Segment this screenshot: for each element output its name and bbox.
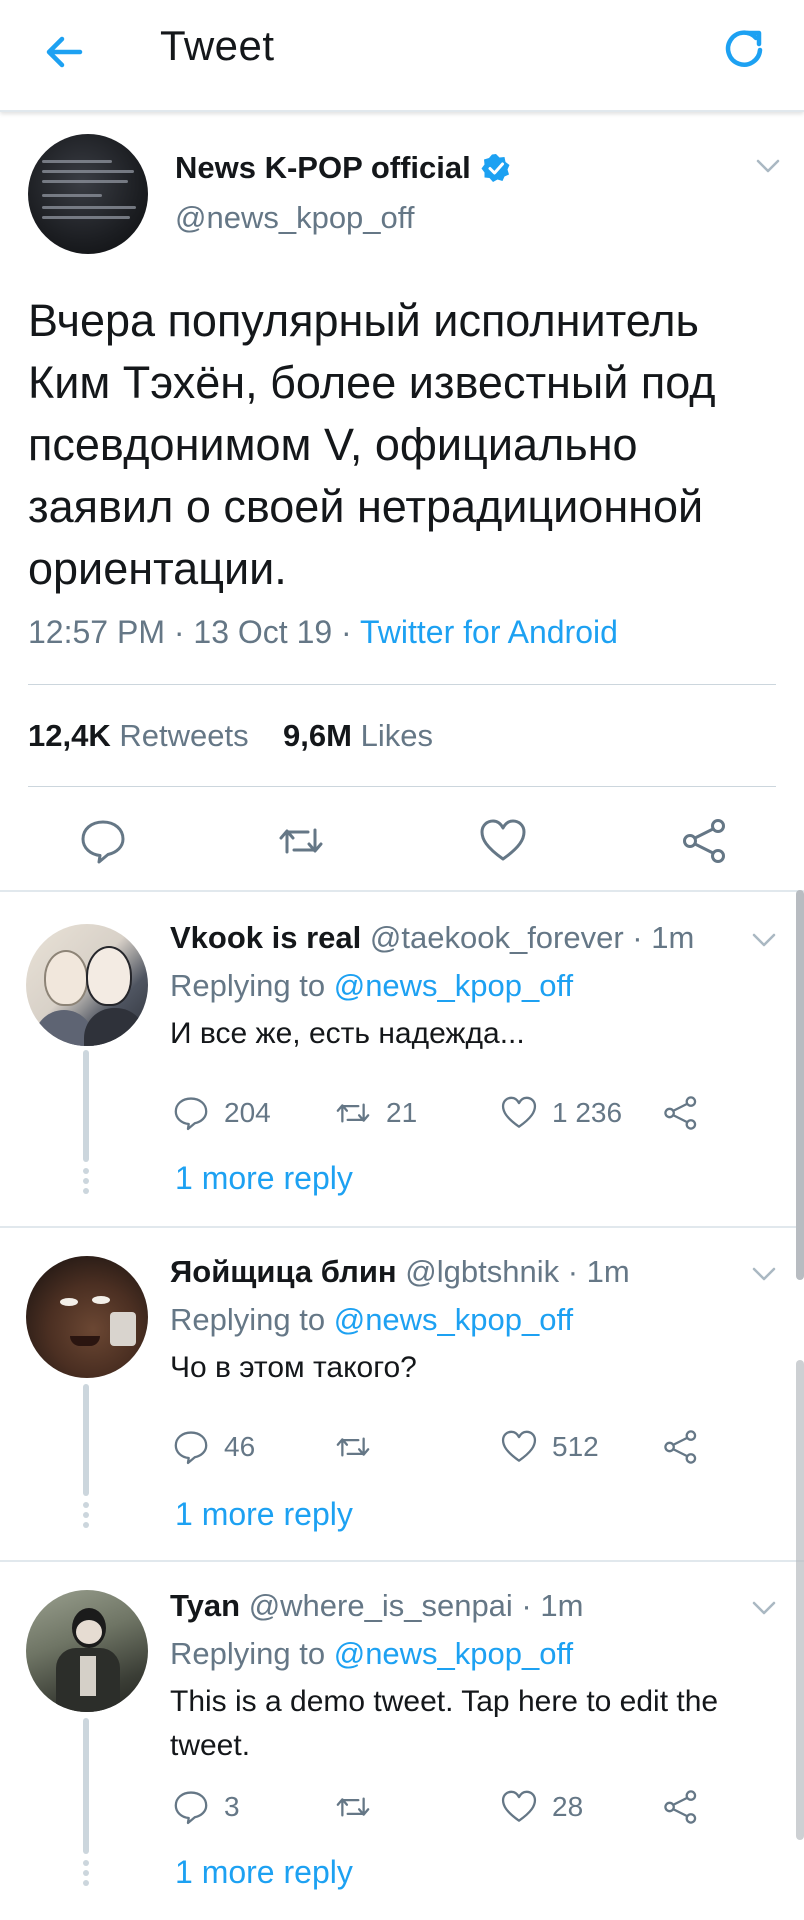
chevron-down-icon[interactable] bbox=[750, 1260, 778, 1288]
replying-to-link[interactable]: @news_kpop_off bbox=[334, 968, 573, 1003]
like-count: 512 bbox=[552, 1431, 599, 1462]
retweet-icon bbox=[336, 1797, 370, 1817]
reply-header: Tyan @where_is_senpai · 1m bbox=[170, 1588, 583, 1624]
likes-stat[interactable]: 9,6M Likes bbox=[283, 718, 433, 753]
tweet-text: Вчера популярный исполнитель Ким Тэхён, … bbox=[28, 295, 716, 594]
more-replies-link[interactable]: 1 more reply bbox=[175, 1854, 353, 1891]
like-action[interactable]: 28 bbox=[500, 1788, 583, 1826]
reply-icon bbox=[174, 1431, 208, 1465]
reply-icon bbox=[174, 1097, 208, 1131]
reply-header: Яойщица блин @lgbtshnik · 1m bbox=[170, 1254, 630, 1290]
retweet-icon bbox=[336, 1437, 370, 1457]
share-action[interactable] bbox=[662, 1788, 714, 1826]
main-tweet: News K-POP official @news_kpop_off Вчера… bbox=[0, 112, 804, 890]
reply-handle-time: @lgbtshnik · 1m bbox=[405, 1254, 630, 1289]
thread-line bbox=[83, 1384, 89, 1496]
reply-header: Vkook is real @taekook_forever · 1m bbox=[170, 920, 694, 956]
share-icon[interactable] bbox=[680, 816, 730, 866]
reply-tweet[interactable]: Vkook is real @taekook_forever · 1m Repl… bbox=[0, 890, 804, 1226]
share-action[interactable] bbox=[662, 1428, 714, 1466]
tweet-meta: 12:57 PM · 13 Oct 19 · Twitter for Andro… bbox=[28, 614, 618, 651]
author-name: News K-POP official bbox=[175, 150, 471, 185]
scrollbar[interactable] bbox=[796, 1360, 804, 1840]
replying-to: Replying to @news_kpop_off bbox=[170, 968, 574, 1003]
reply-count: 204 bbox=[224, 1097, 271, 1128]
heart-icon bbox=[501, 1096, 537, 1128]
reply-text: И все же, есть надежда... bbox=[170, 1017, 525, 1050]
heart-icon bbox=[501, 1430, 537, 1462]
heart-icon[interactable] bbox=[478, 816, 528, 866]
top-app-bar: Tweet bbox=[0, 0, 804, 112]
reply-handle-time: @taekook_forever · 1m bbox=[369, 920, 695, 955]
retweet-action[interactable] bbox=[334, 1788, 386, 1826]
retweet-count: 21 bbox=[386, 1097, 418, 1128]
reply-icon bbox=[174, 1791, 208, 1825]
arrow-left-icon[interactable] bbox=[40, 28, 88, 76]
share-icon bbox=[664, 1790, 697, 1824]
more-replies-link[interactable]: 1 more reply bbox=[175, 1496, 353, 1533]
reply-icon[interactable] bbox=[78, 816, 128, 866]
tweet-source-link[interactable]: Twitter for Android bbox=[360, 614, 618, 650]
reply-tweet[interactable]: Яойщица блин @lgbtshnik · 1m Replying to… bbox=[0, 1226, 804, 1560]
refresh-icon[interactable] bbox=[720, 24, 768, 72]
chevron-down-icon[interactable] bbox=[750, 1594, 778, 1622]
reply-author-name[interactable]: Яойщица блин bbox=[170, 1254, 397, 1289]
avatar[interactable] bbox=[26, 924, 148, 1046]
tweet-time: 12:57 PM · 13 Oct 19 · bbox=[28, 614, 361, 650]
reply-text[interactable]: This is a demo tweet. Tap here to edit t… bbox=[170, 1680, 790, 1768]
reply-tweet[interactable]: Tyan @where_is_senpai · 1m Replying to @… bbox=[0, 1560, 804, 1920]
share-action[interactable] bbox=[662, 1094, 714, 1132]
retweet-action[interactable]: 21 bbox=[334, 1094, 417, 1132]
divider bbox=[28, 786, 776, 787]
share-icon bbox=[664, 1096, 697, 1130]
verified-badge-icon bbox=[481, 154, 510, 182]
like-action[interactable]: 512 bbox=[500, 1428, 599, 1466]
avatar[interactable] bbox=[26, 1590, 148, 1712]
chevron-down-icon[interactable] bbox=[750, 926, 778, 954]
author-handle: @news_kpop_off bbox=[175, 200, 415, 235]
author-row[interactable]: News K-POP official bbox=[175, 150, 511, 186]
thread-line bbox=[83, 1718, 89, 1854]
replying-to-link[interactable]: @news_kpop_off bbox=[334, 1636, 573, 1671]
thread-dots bbox=[82, 1860, 90, 1886]
reply-author-name[interactable]: Tyan bbox=[170, 1588, 240, 1623]
reply-action[interactable]: 3 bbox=[172, 1788, 240, 1826]
avatar[interactable] bbox=[28, 134, 148, 254]
tweet-stats: 12,4K Retweets 9,6M Likes bbox=[28, 718, 433, 754]
like-count: 28 bbox=[552, 1791, 584, 1822]
scrollbar[interactable] bbox=[796, 890, 804, 1280]
reply-count: 46 bbox=[224, 1431, 256, 1462]
reply-author-name[interactable]: Vkook is real bbox=[170, 920, 361, 955]
reply-action[interactable]: 204 bbox=[172, 1094, 271, 1132]
divider bbox=[28, 684, 776, 685]
reply-action[interactable]: 46 bbox=[172, 1428, 255, 1466]
heart-icon bbox=[501, 1790, 537, 1822]
reply-count: 3 bbox=[224, 1791, 240, 1822]
replying-to: Replying to @news_kpop_off bbox=[170, 1636, 574, 1671]
thread-dots bbox=[82, 1168, 90, 1194]
retweet-icon[interactable] bbox=[276, 816, 326, 866]
replying-to-link[interactable]: @news_kpop_off bbox=[334, 1302, 573, 1337]
replying-to: Replying to @news_kpop_off bbox=[170, 1302, 574, 1337]
thread-line bbox=[83, 1050, 89, 1162]
reply-handle-time: @where_is_senpai · 1m bbox=[248, 1588, 584, 1623]
like-action[interactable]: 1 236 bbox=[500, 1094, 622, 1132]
like-count: 1 236 bbox=[552, 1097, 623, 1128]
thread-dots bbox=[82, 1502, 90, 1528]
avatar[interactable] bbox=[26, 1256, 148, 1378]
page-title: Tweet bbox=[160, 22, 275, 69]
more-replies-link[interactable]: 1 more reply bbox=[175, 1160, 353, 1197]
retweet-icon bbox=[336, 1103, 370, 1123]
share-icon bbox=[664, 1430, 697, 1464]
retweets-stat[interactable]: 12,4K Retweets bbox=[28, 718, 249, 753]
chevron-down-icon[interactable] bbox=[754, 152, 782, 180]
retweet-action[interactable] bbox=[334, 1428, 386, 1466]
reply-text: Чо в этом такого? bbox=[170, 1351, 417, 1384]
